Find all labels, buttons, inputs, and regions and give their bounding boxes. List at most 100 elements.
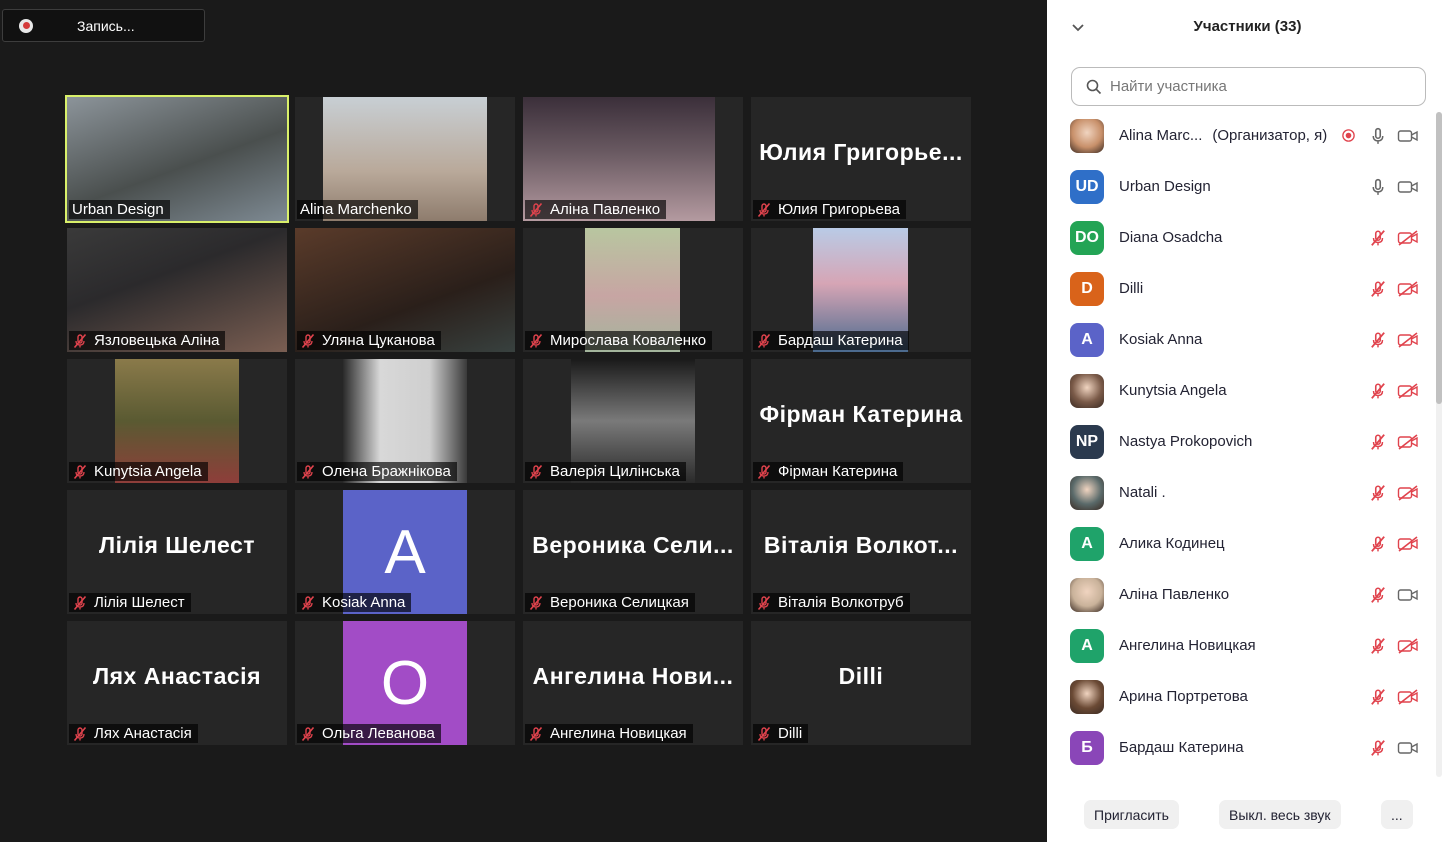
participant-display-name: Лілія Шелест <box>98 532 256 558</box>
participant-tile[interactable]: Олена Бражнікова <box>295 359 515 483</box>
microphone-muted-icon[interactable] <box>1367 686 1389 708</box>
participant-tile[interactable]: Urban Design <box>65 95 289 223</box>
participant-row[interactable]: D Dilli <box>1047 263 1432 314</box>
participant-row[interactable]: NP Nastya Prokopovich <box>1047 416 1432 467</box>
microphone-muted-icon[interactable] <box>1367 227 1389 249</box>
participant-photo <box>1070 679 1104 714</box>
mic-muted-icon <box>72 464 88 480</box>
mic-muted-icon <box>528 464 544 480</box>
mute-all-button[interactable]: Выкл. весь звук <box>1219 800 1341 829</box>
participant-tile[interactable]: Фірман Катерина Фірман Катерина <box>751 359 971 483</box>
participant-tile[interactable]: Віталія Волкот... Віталія Волкотруб <box>751 490 971 614</box>
participant-name: Лілія Шелест <box>94 594 185 611</box>
participant-row[interactable]: А Алика Кодинец <box>1047 518 1432 569</box>
participant-role: (Организатор, я) <box>1212 127 1328 144</box>
participant-tile[interactable]: Валерія Цилінська <box>523 359 743 483</box>
participant-row[interactable]: Alina Marc... (Организатор, я) <box>1047 110 1432 161</box>
participant-name: Бардаш Катерина <box>778 332 903 349</box>
participant-name-label: Urban Design <box>69 200 170 219</box>
participant-name-label: Мирослава Коваленко <box>525 331 713 350</box>
video-off-icon[interactable] <box>1397 533 1419 555</box>
mic-muted-icon <box>72 595 88 611</box>
participant-status-icons <box>1359 620 1419 671</box>
participant-status-icons <box>1359 467 1419 518</box>
video-off-icon[interactable] <box>1397 635 1419 657</box>
participant-name: Арина Портретова <box>1119 688 1248 705</box>
participant-tile[interactable]: Kunytsia Angela <box>67 359 287 483</box>
participant-display-name: Фірман Катерина <box>759 401 963 427</box>
microphone-icon[interactable] <box>1367 125 1389 147</box>
participant-search[interactable] <box>1071 67 1426 106</box>
participant-tile[interactable]: О Ольга Леванова <box>295 621 515 745</box>
participant-name: Мирослава Коваленко <box>550 332 707 349</box>
video-camera-icon[interactable] <box>1397 737 1419 759</box>
microphone-muted-icon[interactable] <box>1367 584 1389 606</box>
microphone-muted-icon[interactable] <box>1367 278 1389 300</box>
participant-row[interactable]: A Kosiak Anna <box>1047 314 1432 365</box>
video-off-icon[interactable] <box>1397 431 1419 453</box>
video-off-icon[interactable] <box>1397 329 1419 351</box>
participant-tile[interactable]: Вероника Сели... Вероника Селицкая <box>523 490 743 614</box>
video-off-icon[interactable] <box>1397 686 1419 708</box>
participant-name-label: Валерія Цилінська <box>525 462 686 481</box>
participant-tile[interactable]: Юлия Григорье... Юлия Григорьева <box>751 97 971 221</box>
participant-tile[interactable]: Лях Анастасія Лях Анастасія <box>67 621 287 745</box>
more-button[interactable]: ... <box>1381 800 1413 829</box>
microphone-muted-icon[interactable] <box>1367 431 1389 453</box>
participant-tile[interactable]: Бардаш Катерина <box>751 228 971 352</box>
search-icon <box>1086 79 1102 94</box>
participant-row[interactable]: Аліна Павленко <box>1047 569 1432 620</box>
participant-row[interactable]: Kunytsia Angela <box>1047 365 1432 416</box>
microphone-muted-icon[interactable] <box>1367 482 1389 504</box>
participant-row[interactable]: UD Urban Design <box>1047 161 1432 212</box>
participant-row[interactable]: А Ангелина Новицкая <box>1047 620 1432 671</box>
participant-name: Urban Design <box>1119 178 1211 195</box>
search-input[interactable] <box>1108 77 1412 96</box>
participant-row[interactable]: Арина Портретова <box>1047 671 1432 722</box>
participant-name-label: Аліна Павленко <box>525 200 667 219</box>
participant-tile[interactable]: A Kosiak Anna <box>295 490 515 614</box>
participant-display-name: Юлия Григорье... <box>759 139 963 165</box>
invite-button[interactable]: Пригласить <box>1084 800 1179 829</box>
participant-row[interactable]: DO Diana Osadcha <box>1047 212 1432 263</box>
video-grid: Urban Design Alina Marchenko Аліна Павленк… <box>65 95 972 745</box>
video-stage: Запись... Urban Design Alina Marchenko Алі… <box>0 0 1047 842</box>
participant-row[interactable]: Б Бардаш Катерина <box>1047 722 1432 773</box>
recording-icon <box>1337 125 1359 147</box>
microphone-muted-icon[interactable] <box>1367 380 1389 402</box>
video-camera-icon[interactable] <box>1397 125 1419 147</box>
avatar-letter: О <box>380 648 430 718</box>
video-off-icon[interactable] <box>1397 278 1419 300</box>
microphone-muted-icon[interactable] <box>1367 737 1389 759</box>
participant-name: Kosiak Anna <box>322 594 406 611</box>
participant-tile[interactable]: Ангелина Нови... Ангелина Новицкая <box>523 621 743 745</box>
microphone-muted-icon[interactable] <box>1367 329 1389 351</box>
participant-name: Kosiak Anna <box>1119 331 1203 348</box>
video-camera-icon[interactable] <box>1397 584 1419 606</box>
participant-tile[interactable]: Язловецька Аліна <box>67 228 287 352</box>
participant-name: Dilli <box>1119 280 1144 297</box>
microphone-muted-icon[interactable] <box>1367 635 1389 657</box>
video-off-icon[interactable] <box>1397 482 1419 504</box>
participant-row[interactable]: Natali . <box>1047 467 1432 518</box>
participant-tile[interactable]: Уляна Цуканова <box>295 228 515 352</box>
microphone-icon[interactable] <box>1367 176 1389 198</box>
mic-muted-icon <box>300 726 316 742</box>
recording-indicator[interactable]: Запись... <box>2 9 205 42</box>
video-off-icon[interactable] <box>1397 380 1419 402</box>
participant-name: Ангелина Новицкая <box>1119 637 1256 654</box>
video-off-icon[interactable] <box>1397 227 1419 249</box>
participant-name: Бардаш Катерина <box>1119 739 1244 756</box>
mic-muted-icon <box>756 464 772 480</box>
mic-muted-icon <box>528 333 544 349</box>
participant-tile[interactable]: Мирослава Коваленко <box>523 228 743 352</box>
video-camera-icon[interactable] <box>1397 176 1419 198</box>
participant-tile[interactable]: Аліна Павленко <box>523 97 743 221</box>
participant-tile[interactable]: Alina Marchenko <box>295 97 515 221</box>
participant-tile[interactable]: Dilli Dilli <box>751 621 971 745</box>
microphone-muted-icon[interactable] <box>1367 533 1389 555</box>
participant-avatar: A <box>1070 322 1104 357</box>
mic-muted-icon <box>528 726 544 742</box>
scrollbar-thumb[interactable] <box>1436 112 1442 404</box>
participant-tile[interactable]: Лілія Шелест Лілія Шелест <box>67 490 287 614</box>
